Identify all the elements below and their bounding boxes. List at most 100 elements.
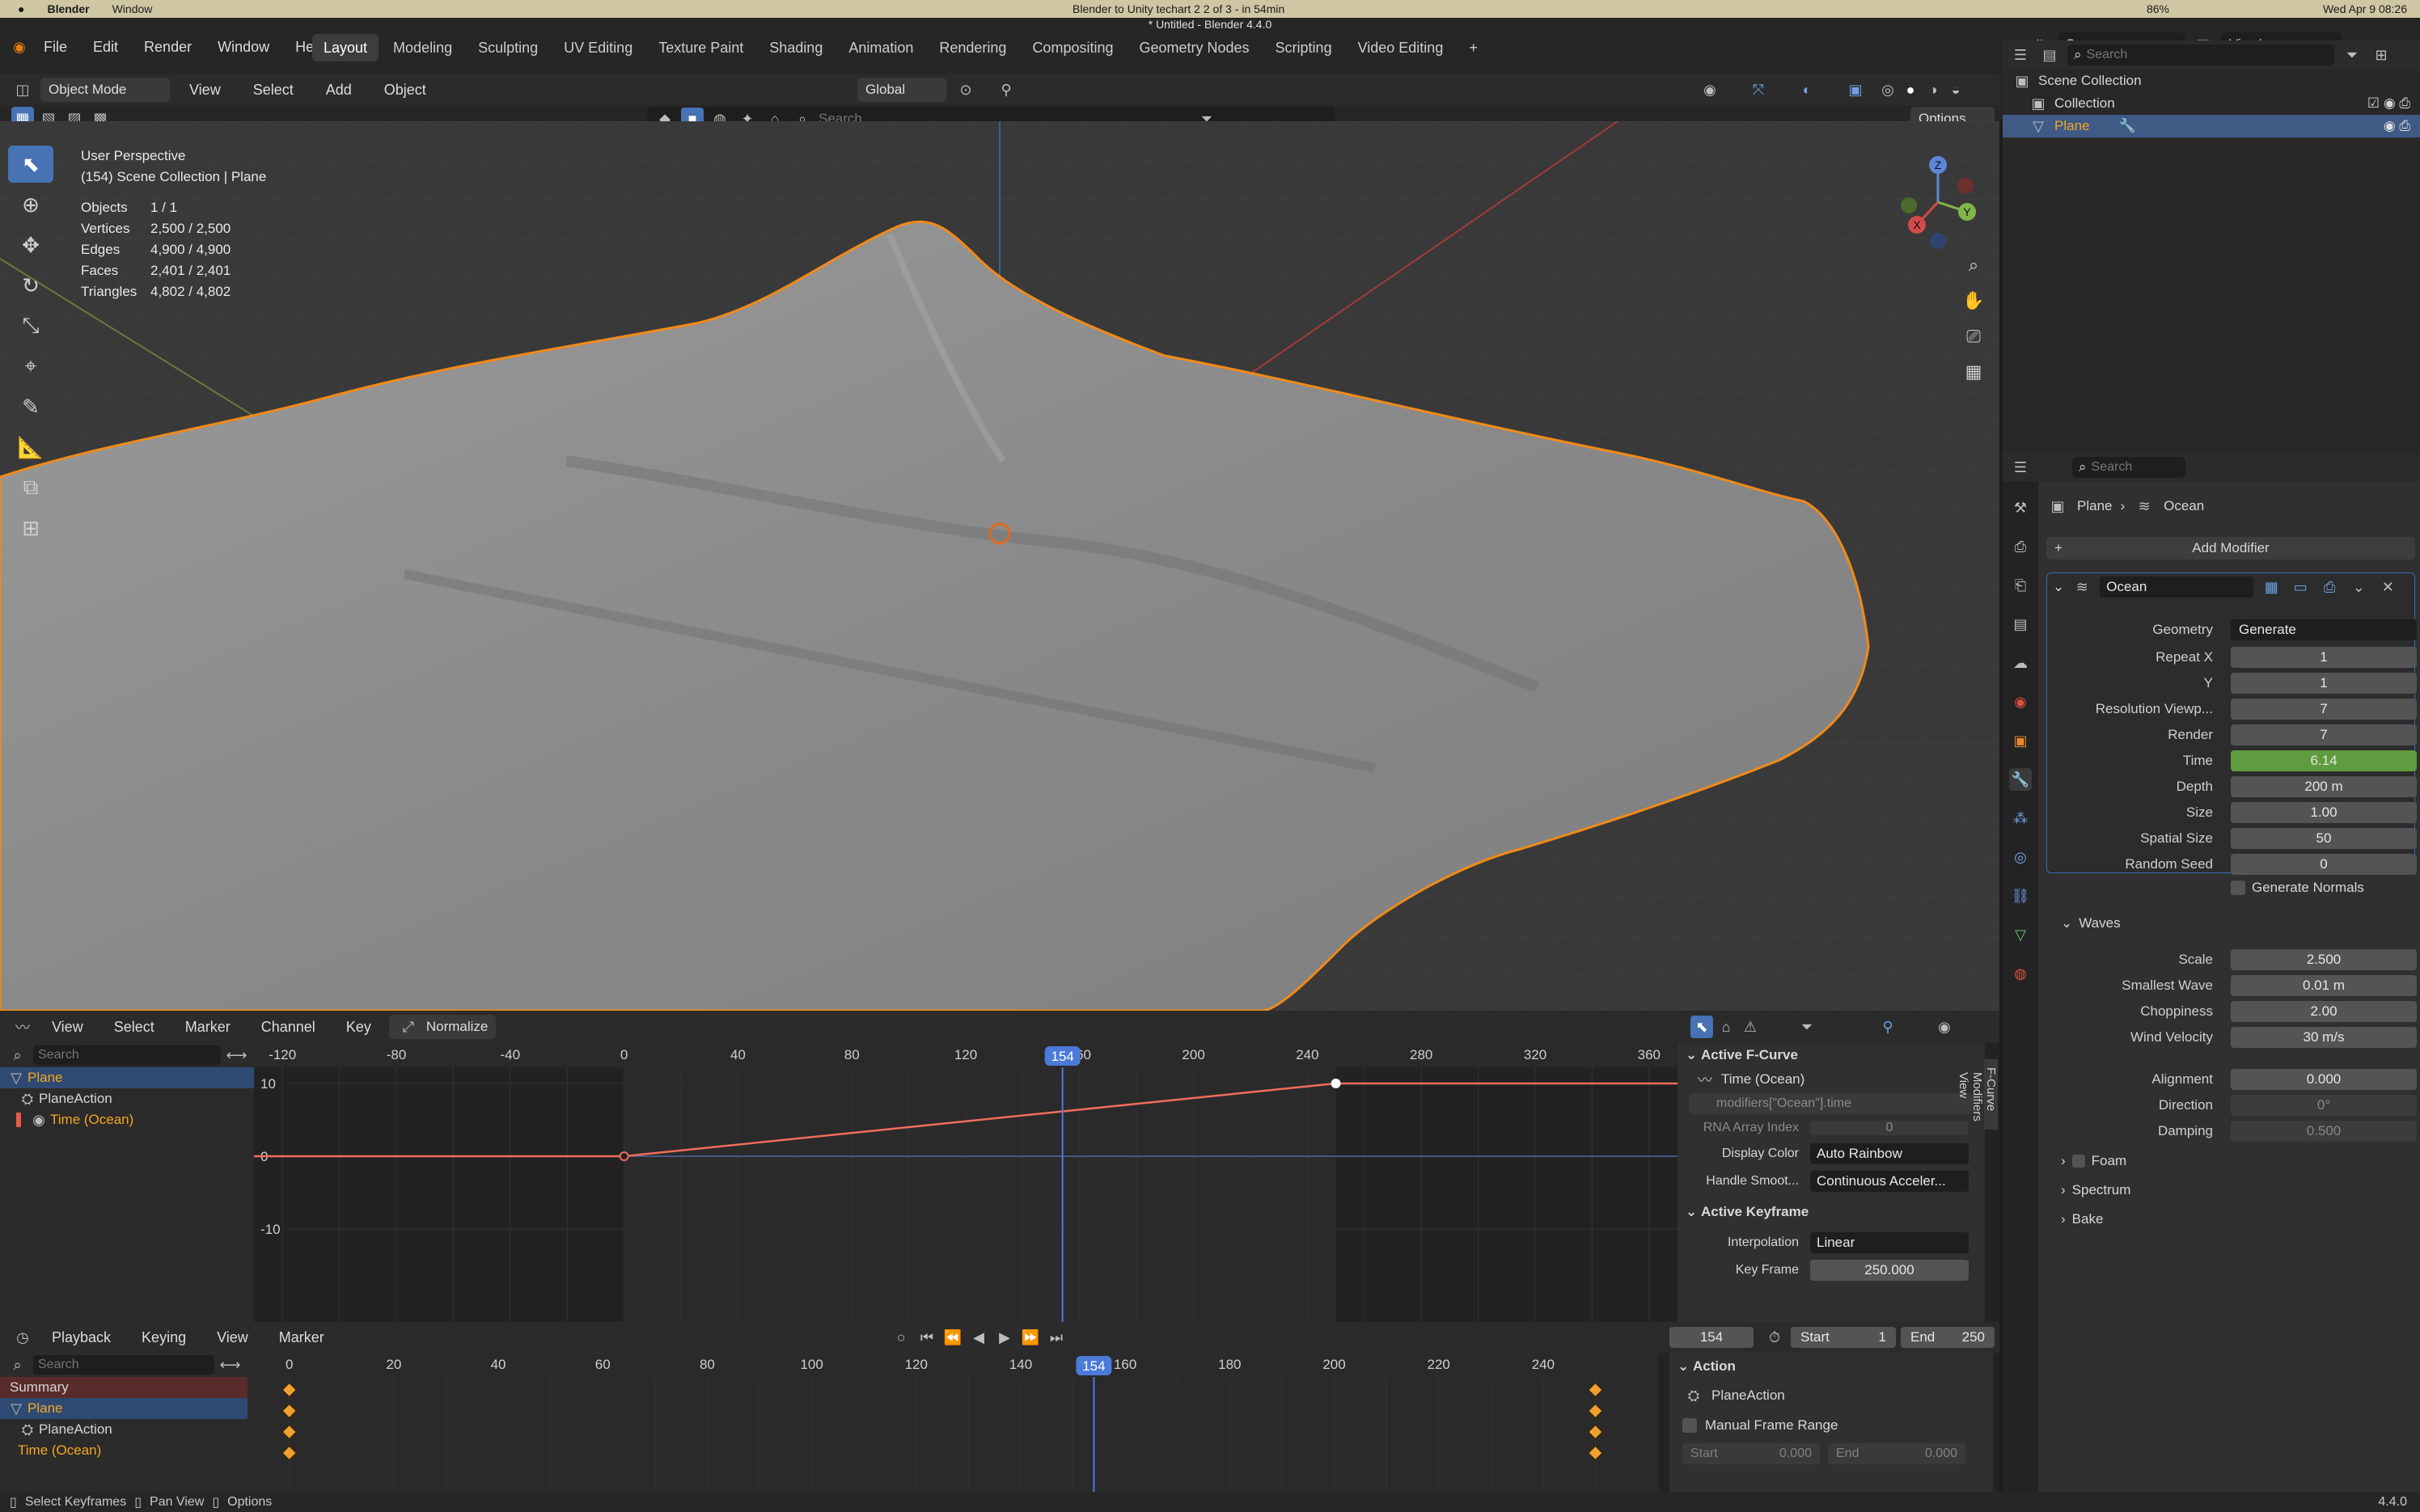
properties-search-input[interactable] xyxy=(2091,460,2172,475)
tool-tab-icon[interactable]: ⚒ xyxy=(2009,496,2032,519)
edit-mode-toggle-icon[interactable]: ▦ xyxy=(2260,576,2282,598)
handle-smoothing-dropdown[interactable]: Continuous Acceler... xyxy=(1810,1171,1969,1192)
jump-start-icon[interactable]: ⏮ xyxy=(916,1326,938,1349)
jump-end-icon[interactable]: ⏭ xyxy=(1045,1326,1068,1349)
mode-dropdown[interactable]: Object Mode xyxy=(40,78,170,102)
menu-render[interactable]: Render xyxy=(131,31,205,63)
modifier-random-seed-field[interactable]: 0 xyxy=(2231,854,2417,875)
shading-rendered-icon[interactable]: ◒ xyxy=(1944,78,1967,101)
tab-rendering[interactable]: Rendering xyxy=(928,34,1018,61)
shading-material-icon[interactable]: ◑ xyxy=(1922,78,1944,101)
timeline-keyframe[interactable] xyxy=(281,1403,297,1419)
properties-type-icon[interactable]: ☰ xyxy=(2009,456,2032,479)
scale-tool-icon[interactable]: ⤡ xyxy=(8,307,53,344)
tab-layout[interactable]: Layout xyxy=(312,34,379,61)
action-panel-header[interactable]: ⌄ Action xyxy=(1669,1353,1993,1380)
annotate-tool-icon[interactable]: ✎ xyxy=(8,388,53,425)
action-start-field[interactable]: Start 0.000 xyxy=(1682,1443,1820,1464)
modifier-geometry-field[interactable]: Generate xyxy=(2231,619,2417,640)
timeline-keyframe[interactable] xyxy=(1588,1424,1603,1440)
next-keyframe-icon[interactable]: ⏩ xyxy=(1019,1326,1042,1349)
channel-fcurve[interactable]: Time (Ocean) xyxy=(0,1440,248,1461)
visibility-icons[interactable]: ◉ ⎙ xyxy=(2384,118,2410,134)
tab-modeling[interactable]: Modeling xyxy=(382,34,463,61)
graph-menu-channel[interactable]: Channel xyxy=(248,1015,328,1039)
timeline-keyframe[interactable] xyxy=(281,1382,297,1398)
apple-icon[interactable]: ● xyxy=(18,2,24,15)
tl-menu-keying[interactable]: Keying xyxy=(129,1325,199,1349)
play-reverse-icon[interactable]: ◀ xyxy=(967,1326,990,1349)
graph-menu-select[interactable]: Select xyxy=(101,1015,167,1039)
modifier-time-field[interactable]: 6.14 xyxy=(2231,750,2417,771)
navigation-gizmo[interactable]: Z Y X xyxy=(1889,154,1986,251)
tab-uv-editing[interactable]: UV Editing xyxy=(552,34,644,61)
object-tab-icon[interactable]: ▣ xyxy=(2009,729,2032,752)
foam-subpanel-header[interactable]: › Foam xyxy=(2061,1153,2126,1169)
vp-menu-add[interactable]: Add xyxy=(313,78,365,102)
graph-filter-icon[interactable]: ⏷ xyxy=(1796,1016,1818,1038)
foam-checkbox[interactable] xyxy=(2071,1155,2085,1168)
tl-menu-marker[interactable]: Marker xyxy=(266,1325,337,1349)
rotate-tool-icon[interactable]: ↻ xyxy=(8,267,53,304)
overlay-toggle-icon[interactable]: ◐ xyxy=(1796,78,1818,101)
timeline-channel-search-input[interactable] xyxy=(33,1355,214,1375)
editor-type-icon[interactable]: ◫ xyxy=(11,78,34,101)
modifier-repeat-x-field[interactable]: 1 xyxy=(2231,647,2417,668)
modifier-render-field[interactable]: 7 xyxy=(2231,724,2417,745)
wave-alignment-field[interactable]: 0.000 xyxy=(2231,1069,2417,1090)
graph-menu-marker[interactable]: Marker xyxy=(172,1015,243,1039)
visibility-icons[interactable]: ☑ ◉ ⎙ xyxy=(2367,95,2410,112)
modifier-tab-icon[interactable]: 🔧 xyxy=(2009,768,2032,791)
ghost-icon[interactable]: ⌂ xyxy=(1715,1016,1737,1038)
measure-tool-icon[interactable]: 📐 xyxy=(8,429,53,466)
3d-viewport[interactable]: ⬉ ⊕ ✥ ↻ ⤡ ⌖ ✎ 📐 ⧉ ⊞ User Perspective (15… xyxy=(0,121,1999,1011)
add-modifier-button[interactable]: + Add Modifier xyxy=(2046,537,2415,560)
perspective-grid-icon[interactable]: ▦ xyxy=(1957,356,1990,388)
spectrum-subpanel-header[interactable]: › Spectrum xyxy=(2061,1182,2130,1198)
tab-shading[interactable]: Shading xyxy=(758,34,834,61)
os-battery[interactable]: 86% xyxy=(2147,2,2169,15)
timeline-keyframe[interactable] xyxy=(1588,1382,1603,1398)
timeline-keyframe[interactable] xyxy=(1588,1445,1603,1461)
gizmo-toggle-icon[interactable]: ⤧ xyxy=(1747,78,1770,101)
collapse-icon[interactable]: ⌄ xyxy=(2053,579,2064,595)
outliner-collection[interactable]: ▣ Collection ☑ ◉ ⎙ xyxy=(2003,92,2420,115)
only-selected-icon[interactable]: ⬉ xyxy=(1690,1016,1713,1038)
modifier-y-field[interactable]: 1 xyxy=(2231,673,2417,694)
shading-solid-icon[interactable]: ● xyxy=(1899,78,1922,101)
graph-channel-search-input[interactable] xyxy=(33,1045,221,1065)
move-tool-icon[interactable]: ✥ xyxy=(8,226,53,264)
shading-wireframe-icon[interactable]: ◎ xyxy=(1876,78,1899,101)
graph-snap-icon[interactable]: ⚲ xyxy=(1876,1016,1899,1038)
cursor-tool-icon[interactable]: ⊕ xyxy=(8,186,53,223)
channel-summary[interactable]: Summary xyxy=(0,1377,248,1398)
tab-fcurve[interactable]: F-Curve xyxy=(1984,1059,1998,1130)
snap-icon[interactable]: ⚲ xyxy=(995,78,1018,101)
zoom-icon[interactable]: ⌕ xyxy=(1957,249,1990,281)
waves-subpanel-header[interactable]: ⌄ Waves xyxy=(2061,915,2121,931)
wave-choppiness-field[interactable]: 2.00 xyxy=(2231,1001,2417,1022)
scene-tab-icon[interactable]: ☁ xyxy=(2009,652,2032,674)
wave-direction-field[interactable]: 0° xyxy=(2231,1095,2417,1116)
channel-action[interactable]: ⛭ PlaneAction xyxy=(0,1419,248,1440)
menu-window[interactable]: Window xyxy=(205,31,282,63)
modifier-menu-icon[interactable]: ⌄ xyxy=(2347,576,2370,598)
timeline-plot-area[interactable]: 0 20 40 60 80 100 120 140 160 180 200 220 240 154 xyxy=(248,1353,1658,1492)
modifier-resolution-viewp-field[interactable]: 7 xyxy=(2231,699,2417,720)
visibility-icon[interactable]: ◉ xyxy=(1699,78,1721,101)
action-name-row[interactable]: ⛭ PlaneAction xyxy=(1669,1380,1993,1411)
transform-tool-icon[interactable]: ⌖ xyxy=(8,348,53,385)
particles-tab-icon[interactable]: ⁂ xyxy=(2009,807,2032,830)
prev-keyframe-icon[interactable]: ⏪ xyxy=(941,1326,964,1349)
wave-damping-field[interactable]: 0.500 xyxy=(2231,1121,2417,1142)
action-end-field[interactable]: End 0.000 xyxy=(1828,1443,1965,1464)
swap-icon[interactable]: ⟷ xyxy=(226,1044,248,1066)
os-center-status[interactable]: Blender to Unity techart 2 2 of 3 - in 5… xyxy=(1072,2,1284,15)
tab-compositing[interactable]: Compositing xyxy=(1021,34,1124,61)
world-tab-icon[interactable]: ◉ xyxy=(2009,691,2032,713)
render-tab-icon[interactable]: ⎙ xyxy=(2009,535,2032,558)
stopwatch-icon[interactable]: ⏱ xyxy=(1763,1326,1786,1349)
menu-edit[interactable]: Edit xyxy=(80,31,131,63)
modifier-depth-field[interactable]: 200 m xyxy=(2231,776,2417,797)
graph-plot-area[interactable]: -120-80-4004080120160200240280320360100-… xyxy=(254,1043,1678,1322)
